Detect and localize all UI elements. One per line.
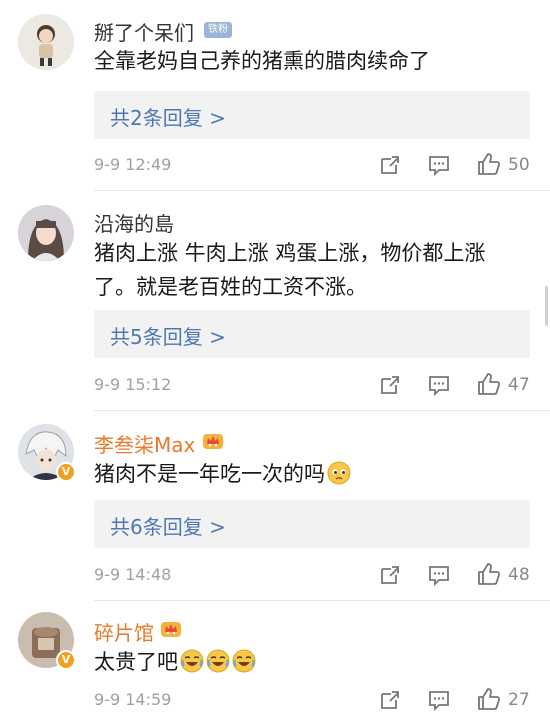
- username[interactable]: 碎片馆: [94, 617, 154, 646]
- repost-icon[interactable]: [378, 688, 402, 712]
- repost-icon[interactable]: [378, 373, 402, 397]
- laughing-crying-emoji-icon: [206, 649, 230, 673]
- comment-icon[interactable]: [427, 688, 451, 712]
- like-count: 48: [508, 565, 530, 585]
- comment-icon[interactable]: [427, 563, 451, 587]
- reply-count-box[interactable]: 共6条回复 >: [94, 500, 530, 548]
- laughing-crying-emoji-icon: [180, 649, 204, 673]
- username[interactable]: 沿海的島: [94, 208, 174, 237]
- comment-text-line: 了。就是老百姓的工资不涨。: [94, 275, 367, 299]
- reply-count-box[interactable]: 共5条回复 >: [94, 310, 530, 358]
- timestamp: 9-9 14:59: [94, 690, 172, 709]
- like-count: 50: [508, 155, 530, 175]
- reply-count-link[interactable]: 共2条回复 >: [110, 102, 226, 131]
- username[interactable]: 李叁柒Max: [94, 429, 195, 458]
- comment-icon[interactable]: [427, 153, 451, 177]
- repost-icon[interactable]: [378, 153, 402, 177]
- cartoon-boy-avatar-icon: [18, 14, 74, 70]
- comment-text-body: 太贵了吧: [94, 650, 178, 674]
- pleading-face-emoji-icon: [327, 461, 351, 485]
- divider: [94, 600, 550, 601]
- scrollbar-thumb[interactable]: [545, 286, 548, 326]
- avatar[interactable]: [18, 14, 74, 70]
- comment-icon[interactable]: [427, 373, 451, 397]
- like-count: 47: [508, 375, 530, 395]
- verified-badge: V: [56, 462, 76, 482]
- comment-text: 全靠老妈自己养的猪熏的腊肉续命了: [94, 49, 430, 73]
- comment-text-line: 猪肉上涨 牛肉上涨 鸡蛋上涨，物价都上涨: [94, 241, 486, 265]
- repost-icon[interactable]: [378, 563, 402, 587]
- avatar[interactable]: [18, 205, 74, 261]
- vip-crown-icon: [203, 434, 223, 449]
- divider: [94, 410, 550, 411]
- timestamp: 9-9 12:49: [94, 155, 172, 174]
- reply-count-link[interactable]: 共6条回复 >: [110, 511, 226, 540]
- fan-badge: 铁粉: [204, 22, 232, 38]
- reply-count-box[interactable]: 共2条回复 >: [94, 91, 530, 139]
- comment-text-body: 猪肉不是一年吃一次的吗: [94, 462, 325, 486]
- like-icon[interactable]: [476, 151, 502, 177]
- vip-crown-icon: [161, 622, 181, 637]
- divider: [94, 190, 550, 191]
- reply-count-link[interactable]: 共5条回复 >: [110, 321, 226, 350]
- like-count: 27: [508, 690, 530, 710]
- timestamp: 9-9 14:48: [94, 565, 172, 584]
- like-icon[interactable]: [476, 371, 502, 397]
- comment-text: 猪肉不是一年吃一次的吗: [94, 457, 534, 491]
- comment-text: 太贵了吧: [94, 645, 534, 679]
- laughing-crying-emoji-icon: [232, 649, 256, 673]
- like-icon[interactable]: [476, 561, 502, 587]
- verified-badge: V: [56, 650, 76, 670]
- like-icon[interactable]: [476, 686, 502, 712]
- username[interactable]: 掰了个呆们: [94, 17, 194, 46]
- girl-photo-avatar-icon: [18, 205, 74, 261]
- timestamp: 9-9 15:12: [94, 375, 172, 394]
